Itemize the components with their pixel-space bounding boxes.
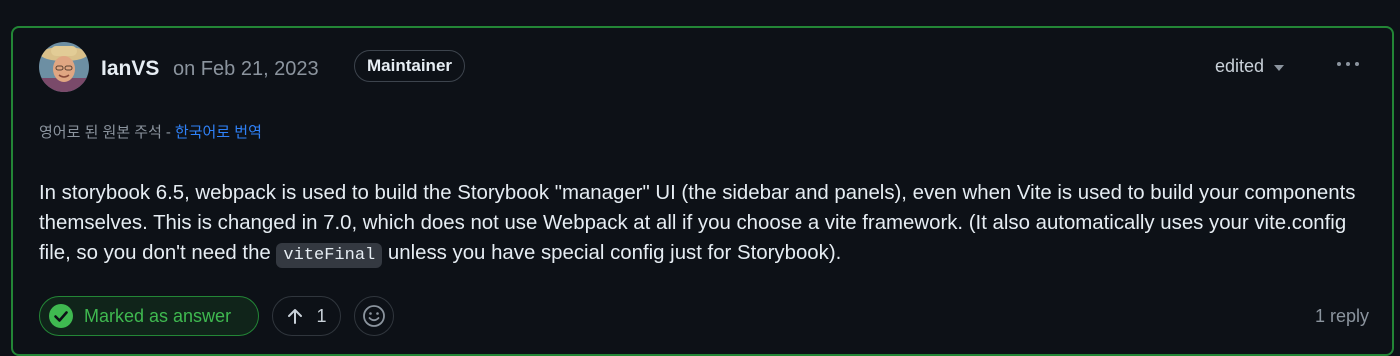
edited-label: edited [1215,55,1265,76]
marked-as-answer-button[interactable]: Marked as answer [39,296,259,336]
answer-label: Marked as answer [84,305,232,326]
translation-separator: - [165,124,171,141]
arrow-up-icon [288,309,303,324]
translate-link[interactable]: 한국어로 번역 [175,124,262,141]
kebab-horizontal-icon[interactable] [1331,50,1365,78]
chevron-down-icon [1274,64,1285,71]
original-language-note: 영어로 된 원본 주석 [39,124,162,141]
upvote-count: 1 [316,305,327,326]
reply-count-link[interactable]: 1 reply [1315,306,1369,327]
maintainer-badge: Maintainer [354,50,466,82]
avatar[interactable] [39,42,89,92]
translation-bar: 영어로 된 원본 주석 - 한국어로 번역 [39,121,262,142]
check-circle-icon [49,304,73,328]
comment-date[interactable]: on Feb 21, 2023 [173,58,319,81]
edited-history-button[interactable]: edited [1215,52,1285,80]
comment-body: In storybook 6.5, webpack is used to bui… [39,178,1359,271]
author-name[interactable]: IanVS [101,57,159,81]
smiley-icon [363,305,385,327]
body-text-2: unless you have special config just for … [382,242,842,264]
avatar-image [39,42,89,92]
upvote-button[interactable]: 1 [272,296,341,336]
inline-code: viteFinal [276,243,383,268]
add-reaction-button[interactable] [354,296,394,336]
discussion-comment: IanVS on Feb 21, 2023 Maintainer edited … [11,26,1394,356]
